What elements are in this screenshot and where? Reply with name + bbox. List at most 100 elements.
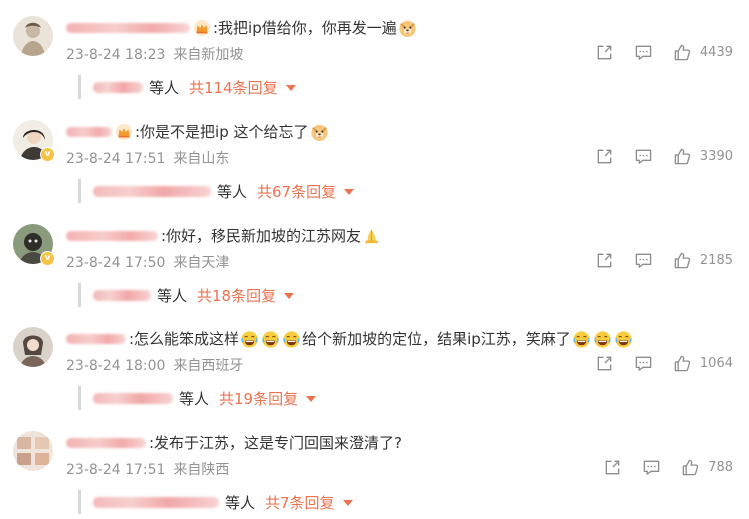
comment-text: :你好，移民新加坡的江苏网友 (161, 227, 362, 245)
comment-item: :我把ip借给你，你再发一遍 23-8-24 18:23 来自新加坡 4439 等… (0, 0, 749, 103)
comment-item: :发布于江苏，这是专门回国来澄清了? 23-8-24 17:51 来自陕西 788… (0, 415, 749, 518)
share-icon[interactable] (595, 354, 614, 373)
like-count: 1064 (699, 356, 733, 371)
username-blurred[interactable] (66, 127, 112, 137)
like-icon[interactable] (673, 354, 692, 373)
reply-count-link[interactable]: 共67条回复 (257, 181, 336, 202)
laugh-cry-emoji (261, 330, 280, 349)
like-count: 3390 (699, 149, 733, 164)
comment-item: v :你是不是把ip 这个给忘了 23-8-24 17:51 来自山东 3390 … (0, 104, 749, 207)
pray-emoji (362, 227, 381, 246)
doge-emoji (310, 123, 329, 142)
like-icon[interactable] (673, 251, 692, 270)
crown-icon (115, 123, 133, 141)
comment-meta: 23-8-24 17:50 来自天津 (66, 252, 229, 272)
replies-summary[interactable]: 等人 共114条回复 (78, 75, 296, 99)
reply-suffix: 等人 (149, 78, 180, 97)
comment-line: :你是不是把ip 这个给忘了 (66, 118, 330, 146)
comment-text: :发布于江苏，这是专门回国来澄清了? (149, 434, 403, 452)
reply-icon[interactable] (642, 458, 661, 477)
reply-icon[interactable] (634, 147, 653, 166)
comment-time: 23-8-24 17:51 (66, 151, 166, 167)
replies-summary[interactable]: 等人 共7条回复 (78, 490, 353, 514)
laugh-cry-emoji (572, 330, 591, 349)
comment-line: :发布于江苏，这是专门回国来澄清了? (66, 429, 402, 457)
like-icon[interactable] (673, 147, 692, 166)
comment-meta: 23-8-24 18:23 来自新加坡 (66, 44, 243, 64)
reply-icon[interactable] (634, 43, 653, 62)
chevron-down-icon[interactable] (306, 396, 317, 402)
reply-count-link[interactable]: 共7条回复 (265, 492, 335, 513)
username-blurred[interactable] (66, 334, 126, 344)
comment-item: :怎么能笨成这样 给个新加坡的定位，结果ip江苏，笑麻了 23-8-24 18:… (0, 311, 749, 414)
comment-feed: :我把ip借给你，你再发一遍 23-8-24 18:23 来自新加坡 4439 等… (0, 0, 749, 519)
comment-line: :怎么能笨成这样 给个新加坡的定位，结果ip江苏，笑麻了 (66, 325, 634, 353)
reply-suffix: 等人 (225, 493, 256, 512)
comment-item: v :你好，移民新加坡的江苏网友 23-8-24 17:50 来自天津 2185 … (0, 208, 749, 311)
reply-icon[interactable] (634, 251, 653, 270)
comment-text-part2: 给个新加坡的定位，结果ip江苏，笑麻了 (302, 330, 571, 348)
chevron-down-icon[interactable] (344, 189, 355, 195)
like-count: 788 (708, 460, 733, 475)
reply-suffix: 等人 (157, 286, 188, 305)
reply-count-link[interactable]: 共19条回复 (219, 388, 298, 409)
verified-badge: v (40, 251, 55, 266)
avatar[interactable] (13, 327, 53, 367)
like-icon[interactable] (673, 43, 692, 62)
like-count: 4439 (699, 45, 733, 60)
comment-actions: 1064 (595, 354, 733, 373)
comment-time: 23-8-24 18:23 (66, 47, 166, 63)
laugh-cry-emoji (614, 330, 633, 349)
laugh-cry-emoji (282, 330, 301, 349)
username-blurred[interactable] (66, 438, 146, 448)
chevron-down-icon[interactable] (285, 85, 296, 91)
avatar[interactable] (13, 16, 53, 56)
comment-time: 23-8-24 17:50 (66, 255, 166, 271)
chevron-down-icon[interactable] (342, 500, 353, 506)
avatar[interactable] (13, 431, 53, 471)
comment-location: 来自新加坡 (173, 47, 244, 63)
replies-summary[interactable]: 等人 共18条回复 (78, 283, 295, 307)
laugh-cry-emoji (593, 330, 612, 349)
doge-emoji (398, 19, 417, 38)
comment-location: 来自天津 (173, 255, 230, 271)
comment-actions: 788 (603, 458, 733, 477)
comment-time: 23-8-24 18:00 (66, 358, 166, 374)
reply-users-blurred (93, 185, 211, 197)
reply-icon[interactable] (634, 354, 653, 373)
comment-location: 来自山东 (173, 151, 230, 167)
comment-actions: 2185 (595, 251, 733, 270)
crown-icon (193, 19, 211, 37)
share-icon[interactable] (603, 458, 622, 477)
verified-badge: v (40, 147, 55, 162)
comment-actions: 4439 (595, 43, 733, 62)
share-icon[interactable] (595, 147, 614, 166)
like-count: 2185 (699, 253, 733, 268)
reply-count-link[interactable]: 共114条回复 (189, 77, 278, 98)
comment-text-part1: :怎么能笨成这样 (129, 330, 240, 348)
replies-summary[interactable]: 等人 共19条回复 (78, 386, 317, 410)
replies-summary[interactable]: 等人 共67条回复 (78, 179, 355, 203)
comment-line: :你好，移民新加坡的江苏网友 (66, 222, 382, 250)
reply-suffix: 等人 (217, 182, 248, 201)
reply-users-blurred (93, 289, 151, 301)
chevron-down-icon[interactable] (284, 293, 295, 299)
comment-meta: 23-8-24 17:51 来自陕西 (66, 459, 229, 479)
comment-location: 来自陕西 (173, 462, 230, 478)
laugh-cry-emoji (240, 330, 259, 349)
comment-text: :你是不是把ip 这个给忘了 (135, 123, 309, 141)
reply-count-link[interactable]: 共18条回复 (197, 285, 276, 306)
like-icon[interactable] (681, 458, 700, 477)
comment-time: 23-8-24 17:51 (66, 462, 166, 478)
share-icon[interactable] (595, 251, 614, 270)
reply-suffix: 等人 (179, 389, 210, 408)
username-blurred[interactable] (66, 231, 158, 241)
comment-actions: 3390 (595, 147, 733, 166)
comment-meta: 23-8-24 17:51 来自山东 (66, 148, 229, 168)
share-icon[interactable] (595, 43, 614, 62)
comment-line: :我把ip借给你，你再发一遍 (66, 14, 418, 42)
comment-text: :我把ip借给你，你再发一遍 (213, 19, 397, 37)
reply-users-blurred (93, 392, 173, 404)
username-blurred[interactable] (66, 23, 190, 33)
comment-location: 来自西班牙 (173, 358, 244, 374)
